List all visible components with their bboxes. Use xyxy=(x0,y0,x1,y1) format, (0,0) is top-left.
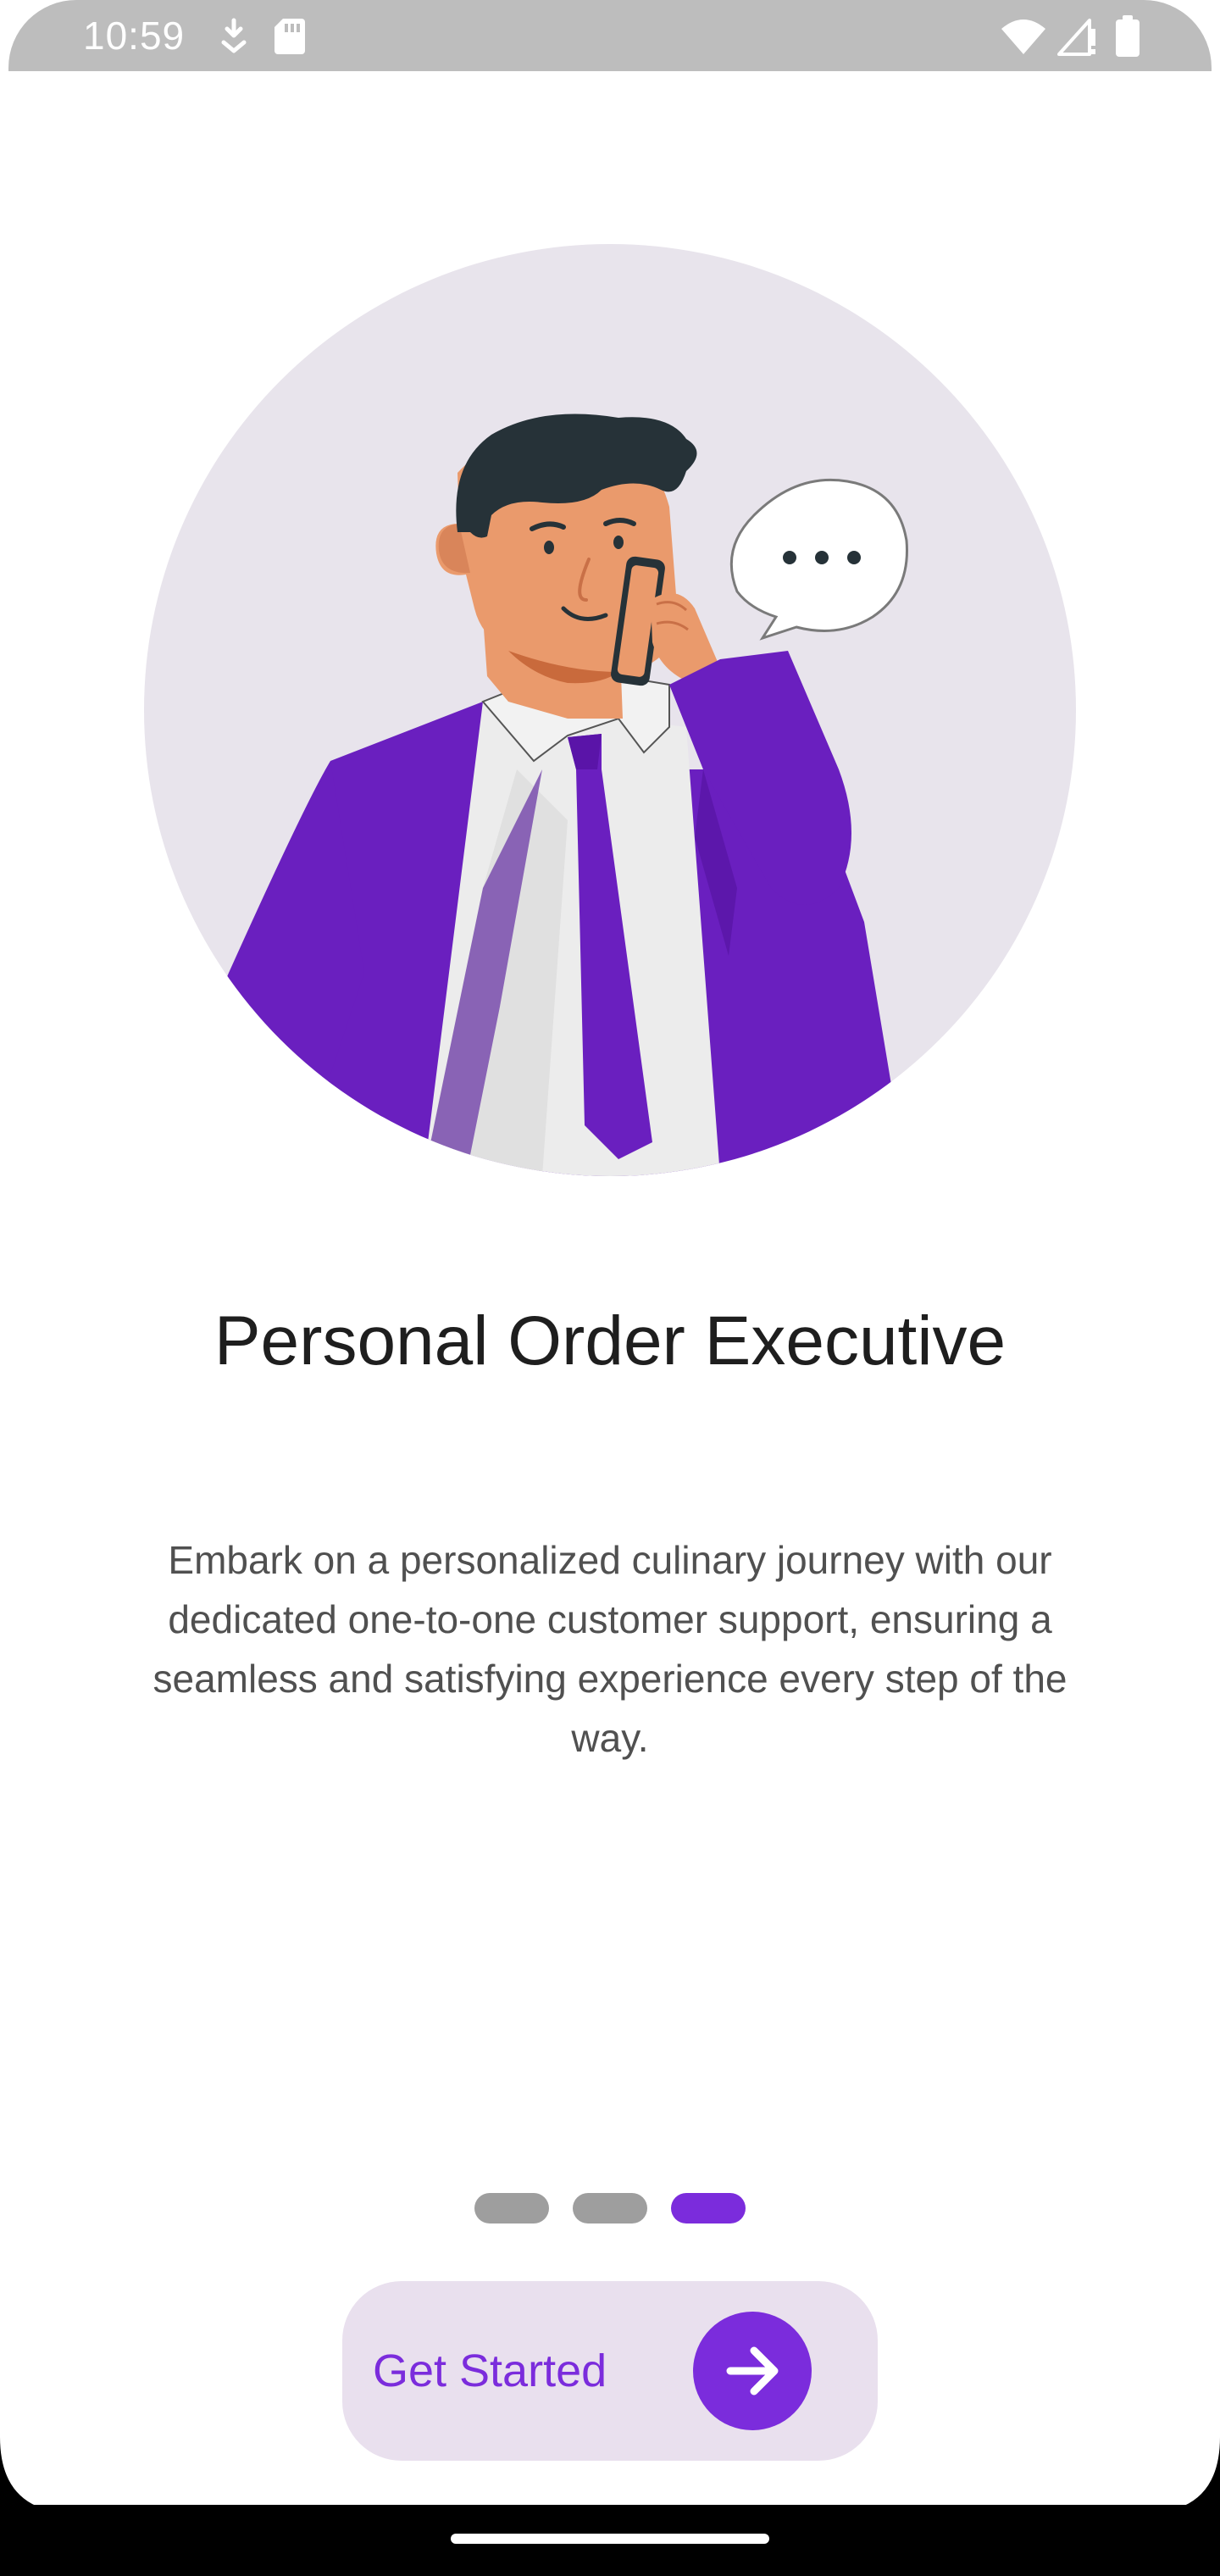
status-time: 10:59 xyxy=(83,14,186,58)
get-started-label: Get Started xyxy=(373,2346,607,2396)
page-dot-1[interactable] xyxy=(474,2193,549,2223)
home-indicator[interactable] xyxy=(451,2534,769,2544)
arrow-right-icon[interactable] xyxy=(693,2312,812,2430)
sd-card-icon xyxy=(273,17,307,60)
download-icon xyxy=(219,17,249,60)
page-description: Embark on a personalized culinary journe… xyxy=(152,1538,1068,1760)
page-dot-3-active[interactable] xyxy=(671,2193,746,2223)
get-started-button[interactable]: Get Started xyxy=(342,2281,878,2461)
nav-corner-left xyxy=(0,2437,76,2513)
support-agent-illustration xyxy=(144,244,1076,1176)
onboarding-screen: 10:59 Personal Order Executive Embark on… xyxy=(0,0,1220,2576)
signal-icon xyxy=(1056,17,1098,60)
wifi-icon xyxy=(1000,17,1047,60)
page-dot-2[interactable] xyxy=(573,2193,647,2223)
page-title: Personal Order Executive xyxy=(214,1302,1006,1380)
battery-icon xyxy=(1115,15,1140,62)
nav-corner-right xyxy=(1144,2437,1220,2513)
page-indicator xyxy=(474,2193,746,2223)
status-bar: 10:59 xyxy=(8,0,1212,71)
